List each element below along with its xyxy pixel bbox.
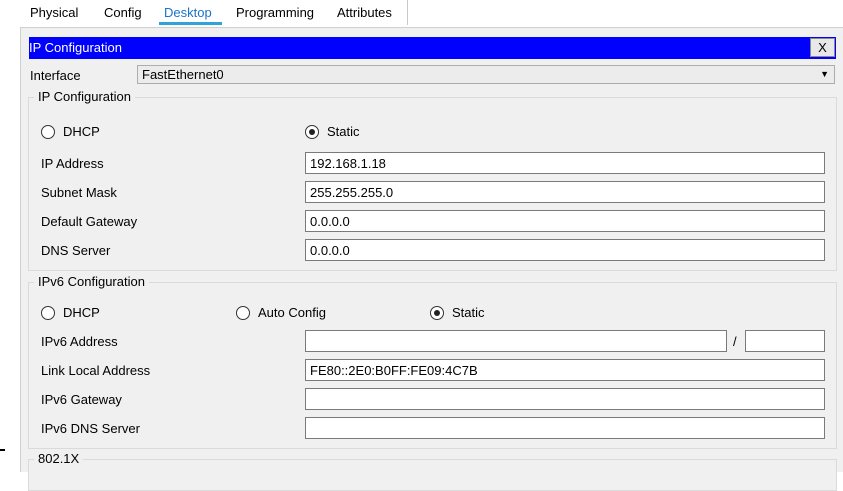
tab-config[interactable]: Config: [104, 4, 142, 24]
ipv6-address-input[interactable]: [305, 330, 727, 352]
ipv4-dhcp-radio[interactable]: DHCP: [41, 124, 100, 139]
ipv4-config-group: IP Configuration DHCP Static IP Address …: [28, 89, 837, 271]
ipv6-dns-server-label: IPv6 DNS Server: [41, 421, 140, 436]
ipv6-gateway-input[interactable]: [305, 388, 825, 410]
interface-select[interactable]: FastEthernet0 ▼: [137, 65, 835, 84]
subnet-mask-label: Subnet Mask: [41, 185, 117, 200]
dot1x-group-legend: 802.1X: [34, 451, 84, 467]
ipv6-dns-server-input[interactable]: [305, 417, 825, 439]
ipv6-auto-config-radio[interactable]: Auto Config: [236, 305, 326, 320]
ip-address-input[interactable]: 192.168.1.18: [305, 152, 825, 174]
ipv6-gateway-label: IPv6 Gateway: [41, 392, 122, 407]
tab-programming[interactable]: Programming: [236, 4, 314, 24]
dot1x-group: 802.1X: [28, 451, 837, 491]
window-title: IP Configuration: [29, 40, 122, 55]
link-local-address-label: Link Local Address: [41, 363, 151, 378]
tab-physical[interactable]: Physical: [30, 4, 78, 24]
interface-selected-value: FastEthernet0: [142, 67, 224, 82]
dns-server-input[interactable]: 0.0.0.0: [305, 239, 825, 261]
ipv6-static-radio[interactable]: Static: [430, 305, 485, 320]
close-button[interactable]: X: [810, 38, 835, 57]
ip-address-label: IP Address: [41, 156, 104, 171]
tab-attributes[interactable]: Attributes: [337, 4, 392, 24]
radio-checked-icon: [430, 305, 444, 320]
ipv6-prefix-input[interactable]: [745, 330, 825, 352]
ipv6-dhcp-label: DHCP: [63, 305, 100, 320]
tab-bar: Physical Config Desktop Programming Attr…: [17, 0, 408, 25]
title-bar: IP Configuration X: [29, 37, 836, 59]
chevron-down-icon[interactable]: ▼: [820, 66, 829, 83]
radio-unchecked-icon: [236, 305, 250, 320]
ipv6-static-label: Static: [452, 305, 485, 320]
subnet-mask-input[interactable]: 255.255.255.0: [305, 181, 825, 203]
link-local-address-input[interactable]: FE80::2E0:B0FF:FE09:4C7B: [305, 359, 825, 381]
edge-divider: [0, 449, 5, 451]
ipv6-dhcp-radio[interactable]: DHCP: [41, 305, 100, 320]
dns-server-label: DNS Server: [41, 243, 111, 258]
default-gateway-label: Default Gateway: [41, 214, 138, 229]
prefix-separator: /: [733, 334, 737, 349]
ipv6-address-label: IPv6 Address: [41, 334, 118, 349]
default-gateway-input[interactable]: 0.0.0.0: [305, 210, 825, 232]
ip-configuration-window: IP Configuration X Interface FastEtherne…: [20, 27, 843, 491]
ipv4-static-label: Static: [327, 124, 360, 139]
radio-unchecked-icon: [41, 305, 55, 320]
tab-desktop[interactable]: Desktop: [159, 4, 222, 25]
radio-unchecked-icon: [41, 124, 55, 139]
ipv6-auto-config-label: Auto Config: [258, 305, 326, 320]
interface-label: Interface: [30, 68, 81, 83]
ipv6-group-legend: IPv6 Configuration: [34, 274, 149, 290]
ipv6-config-group: IPv6 Configuration DHCP Auto Config Stat…: [28, 274, 837, 449]
ipv4-static-radio[interactable]: Static: [305, 124, 360, 139]
ipv4-group-legend: IP Configuration: [34, 89, 135, 105]
ipv4-dhcp-label: DHCP: [63, 124, 100, 139]
radio-checked-icon: [305, 124, 319, 139]
